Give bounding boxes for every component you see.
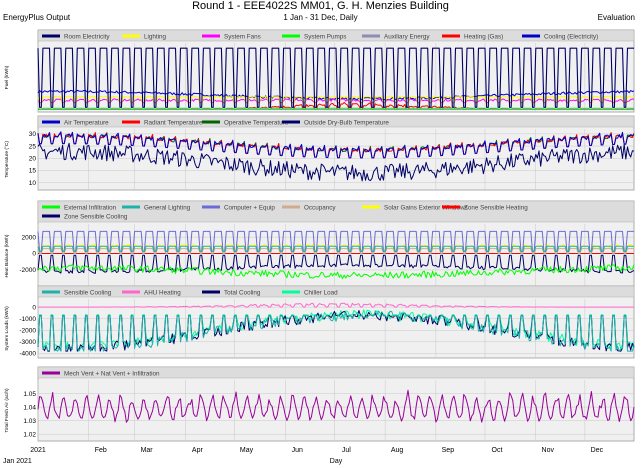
x-tick-label: Feb <box>95 447 107 454</box>
legend-label: Chiller Load <box>304 290 338 297</box>
y-tick-label: 1.04 <box>23 404 36 411</box>
x-tick-label: Jul <box>342 447 351 454</box>
x-tick-label: May <box>240 447 254 454</box>
y-axis-title: Heat Balance (kWh) <box>4 234 10 277</box>
legend-label: Radiant Temperature <box>144 120 203 127</box>
legend-label: Occupancy <box>304 205 336 212</box>
x-tick-label: Apr <box>192 447 204 454</box>
y-tick-label: 0 <box>32 304 36 311</box>
y-tick-label: 10 <box>29 180 37 187</box>
legend-label: Zone Sensible Cooling <box>64 214 128 221</box>
x-tick-label: Nov <box>542 447 555 454</box>
legend-label: Mech Vent + Nat Vent + Infiltration <box>64 371 160 378</box>
legend-label: System Fans <box>224 34 261 41</box>
chart-panel-5: Mech Vent + Nat Vent + Infiltration 1.02 1… <box>4 366 635 442</box>
legend-box <box>37 200 635 223</box>
y-tick-label: 20 <box>29 155 37 162</box>
x-year-label: Jan 2021 <box>3 458 32 465</box>
legend-label: Lighting <box>144 34 167 41</box>
legend-label: Computer + Equip <box>224 205 275 212</box>
y-tick-label: 1.02 <box>23 431 36 438</box>
x-tick-label: Oct <box>492 447 503 454</box>
y-tick-label: 2000 <box>22 234 37 241</box>
chart-panel-4: Sensible Cooling AHU Heating Total Cooling… <box>4 285 635 359</box>
chart-panel-1: Room Electricity Lighting System Fans Syste… <box>4 29 635 113</box>
y-tick-label: -2000 <box>19 327 36 334</box>
y-tick-label: -1000 <box>19 316 36 323</box>
x-tick-label: Dec <box>591 447 604 454</box>
legend-label: General Lighting <box>144 205 191 212</box>
y-axis-title: Total Fresh Air (ac/h) <box>4 388 10 433</box>
y-tick-label: 1.03 <box>23 418 36 425</box>
legend-label: System Pumps <box>304 34 346 41</box>
legend-label: External Infiltration <box>64 205 117 212</box>
y-tick-label: -2000 <box>19 267 36 274</box>
y-tick-label: 1.05 <box>23 391 36 398</box>
y-axis-title: Temperature (°C) <box>4 141 10 178</box>
legend-label: Heating (Gas) <box>464 34 503 41</box>
x-tick-label: Jun <box>292 447 303 454</box>
legend-label: Air Temperature <box>64 120 109 127</box>
x-axis-title: Day <box>330 458 343 465</box>
x-tick-label: Mar <box>141 447 154 454</box>
y-axis-title: System Loads (kWh) <box>4 306 10 351</box>
x-tick-label: 2021 <box>30 447 46 454</box>
x-tick-label: Sep <box>442 447 455 454</box>
y-tick-label: -4000 <box>19 351 36 358</box>
legend-label: Operative Temperature <box>224 120 289 127</box>
y-tick-label: 15 <box>29 168 37 175</box>
y-tick-label: 30 <box>29 131 37 138</box>
y-tick-label: -3000 <box>19 339 36 346</box>
legend-label: Auxiliary Energy <box>384 34 430 41</box>
chart-panel-3: External Infiltration General Lighting Com… <box>4 200 635 289</box>
y-tick-label: 0 <box>32 251 36 258</box>
x-axis: 2021 Feb Mar Apr May Jun Jul Aug Sep Oct Nov Dec Jan… <box>3 447 604 465</box>
legend-label: Zone Sensible Heating <box>464 205 528 212</box>
legend-label: Sensible Cooling <box>64 290 112 297</box>
legend-label: Outside Dry-Bulb Temperature <box>304 120 389 127</box>
legend-label: AHU Heating <box>144 290 181 297</box>
chart-panel-2: Air Temperature Radiant Temperature Operat… <box>4 115 635 191</box>
x-tick-label: Aug <box>391 447 404 454</box>
legend-label: Total Cooling <box>224 290 261 297</box>
legend-label: Room Electricity <box>64 34 110 41</box>
legend-label: Cooling (Electricity) <box>544 34 598 41</box>
y-tick-label: 25 <box>29 143 37 150</box>
y-axis-title: Fuel (kWh) <box>4 65 10 89</box>
chart-stack: Room Electricity Lighting System Fans Syste… <box>3 29 635 465</box>
